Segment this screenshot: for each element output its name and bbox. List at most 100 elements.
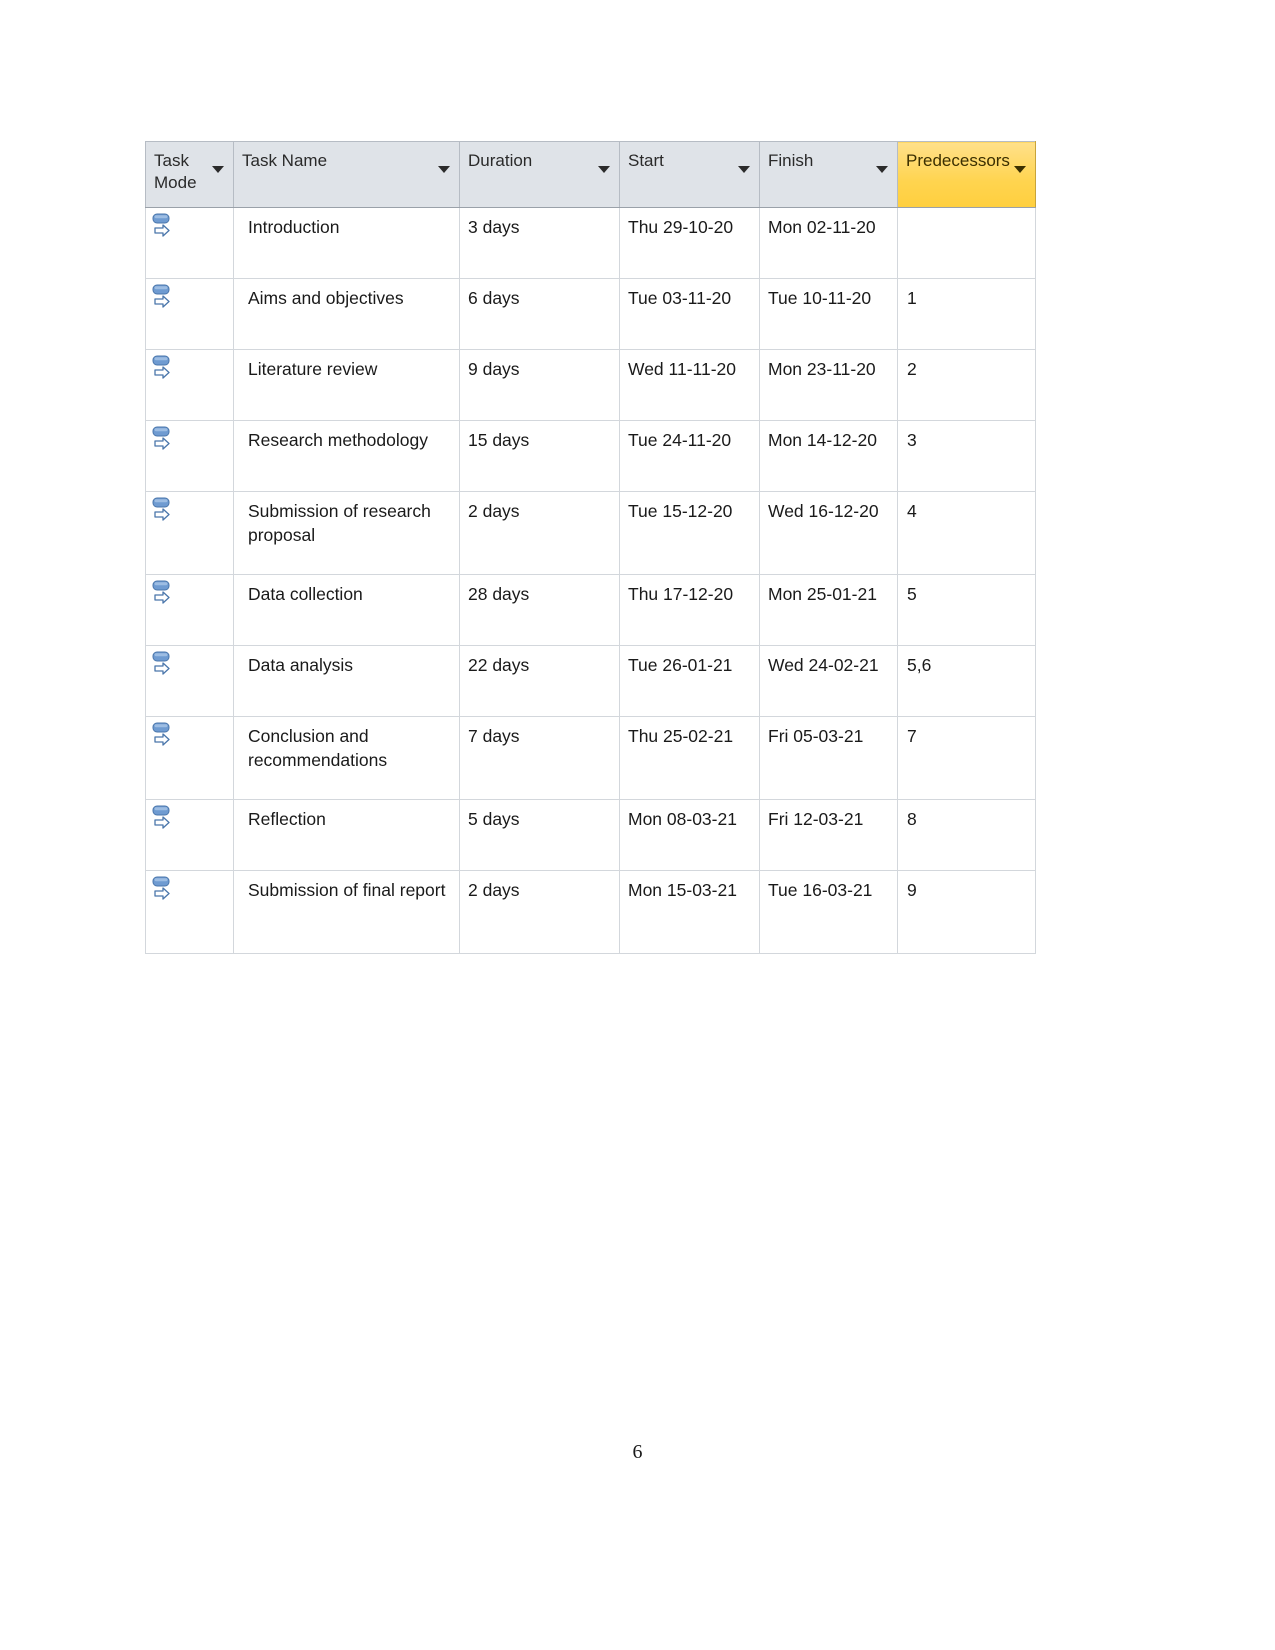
column-header-label-predecessors: Predecessors <box>906 151 1010 170</box>
filter-dropdown-icon-start[interactable] <box>738 166 750 173</box>
cell-task-mode[interactable] <box>145 799 234 871</box>
cell-duration[interactable]: 2 days <box>459 491 620 575</box>
cell-start[interactable]: Tue 26-01-21 <box>619 645 760 717</box>
cell-task-mode[interactable] <box>145 278 234 350</box>
cell-start[interactable]: Tue 03-11-20 <box>619 278 760 350</box>
cell-duration[interactable]: 15 days <box>459 420 620 492</box>
cell-start[interactable]: Mon 15-03-21 <box>619 870 760 954</box>
cell-task-name[interactable]: Submission of final report <box>233 870 460 954</box>
cell-predecessors[interactable]: 5 <box>897 574 1036 646</box>
cell-task-name[interactable]: Data analysis <box>233 645 460 717</box>
manually-scheduled-icon[interactable] <box>152 213 233 243</box>
cell-predecessors[interactable]: 8 <box>897 799 1036 871</box>
column-header-label-finish: Finish <box>768 151 814 170</box>
column-header-start[interactable]: Start <box>619 141 760 208</box>
cell-duration[interactable]: 9 days <box>459 349 620 421</box>
cell-task-mode[interactable] <box>145 349 234 421</box>
cell-predecessors[interactable] <box>897 207 1036 279</box>
cell-duration[interactable]: 3 days <box>459 207 620 279</box>
table-body: Introduction 3 days Thu 29-10-20 Mon 02-11-… <box>145 207 1036 954</box>
cell-task-mode[interactable] <box>145 645 234 717</box>
cell-finish[interactable]: Mon 14-12-20 <box>759 420 898 492</box>
table-row[interactable]: Aims and objectives 6 days Tue 03-11-20 Tue… <box>145 278 1036 350</box>
cell-predecessors[interactable]: 9 <box>897 870 1036 954</box>
cell-start[interactable]: Thu 17-12-20 <box>619 574 760 646</box>
cell-finish[interactable]: Mon 23-11-20 <box>759 349 898 421</box>
cell-duration[interactable]: 5 days <box>459 799 620 871</box>
cell-finish[interactable]: Tue 10-11-20 <box>759 278 898 350</box>
cell-finish[interactable]: Fri 12-03-21 <box>759 799 898 871</box>
filter-dropdown-icon-finish[interactable] <box>876 166 888 173</box>
page-number: 6 <box>632 1441 643 1463</box>
cell-task-name[interactable]: Reflection <box>233 799 460 871</box>
table-row[interactable]: Submission of final report 2 days Mon 15-0… <box>145 870 1036 954</box>
cell-finish[interactable]: Tue 16-03-21 <box>759 870 898 954</box>
document-page: Task Mode Task Name Duration Start Finish Pre… <box>0 0 1275 1650</box>
manually-scheduled-icon[interactable] <box>152 426 233 456</box>
table-row[interactable]: Data analysis 22 days Tue 26-01-21 Wed 24-0… <box>145 645 1036 717</box>
filter-dropdown-icon-task_name[interactable] <box>438 166 450 173</box>
cell-task-mode[interactable] <box>145 420 234 492</box>
cell-finish[interactable]: Mon 02-11-20 <box>759 207 898 279</box>
column-header-finish[interactable]: Finish <box>759 141 898 208</box>
cell-start[interactable]: Thu 25-02-21 <box>619 716 760 800</box>
table-row[interactable]: Submission of research proposal 2 days Tue… <box>145 491 1036 575</box>
cell-finish[interactable]: Wed 16-12-20 <box>759 491 898 575</box>
cell-predecessors[interactable]: 5,6 <box>897 645 1036 717</box>
cell-predecessors[interactable]: 3 <box>897 420 1036 492</box>
cell-task-mode[interactable] <box>145 870 234 954</box>
cell-task-name[interactable]: Submission of research proposal <box>233 491 460 575</box>
table-row[interactable]: Reflection 5 days Mon 08-03-21 Fri 12-03-21… <box>145 799 1036 871</box>
table-header: Task Mode Task Name Duration Start Finish Pre… <box>145 141 1036 208</box>
cell-task-name[interactable]: Aims and objectives <box>233 278 460 350</box>
cell-task-name[interactable]: Research methodology <box>233 420 460 492</box>
filter-dropdown-icon-duration[interactable] <box>598 166 610 173</box>
cell-start[interactable]: Mon 08-03-21 <box>619 799 760 871</box>
filter-dropdown-icon-task_mode[interactable] <box>212 166 224 173</box>
cell-duration[interactable]: 22 days <box>459 645 620 717</box>
column-header-label-task_name: Task Name <box>242 151 328 170</box>
manually-scheduled-icon[interactable] <box>152 651 233 681</box>
column-header-task_name[interactable]: Task Name <box>233 141 460 208</box>
cell-duration[interactable]: 7 days <box>459 716 620 800</box>
table-row[interactable]: Research methodology 15 days Tue 24-11-20 M… <box>145 420 1036 492</box>
table-row[interactable]: Data collection 28 days Thu 17-12-20 Mon 25… <box>145 574 1036 646</box>
header-row: Task Mode Task Name Duration Start Finish Pre… <box>145 141 1036 208</box>
cell-task-mode[interactable] <box>145 574 234 646</box>
cell-duration[interactable]: 2 days <box>459 870 620 954</box>
column-header-duration[interactable]: Duration <box>459 141 620 208</box>
manually-scheduled-icon[interactable] <box>152 805 233 835</box>
cell-duration[interactable]: 6 days <box>459 278 620 350</box>
column-header-predecessors[interactable]: Predecessors <box>897 141 1036 208</box>
cell-start[interactable]: Wed 11-11-20 <box>619 349 760 421</box>
cell-predecessors[interactable]: 4 <box>897 491 1036 575</box>
manually-scheduled-icon[interactable] <box>152 580 233 610</box>
cell-task-mode[interactable] <box>145 491 234 575</box>
manually-scheduled-icon[interactable] <box>152 284 233 314</box>
cell-start[interactable]: Tue 24-11-20 <box>619 420 760 492</box>
cell-task-name[interactable]: Data collection <box>233 574 460 646</box>
cell-task-mode[interactable] <box>145 207 234 279</box>
cell-task-name[interactable]: Conclusion and recommendations <box>233 716 460 800</box>
cell-task-mode[interactable] <box>145 716 234 800</box>
cell-start[interactable]: Tue 15-12-20 <box>619 491 760 575</box>
cell-predecessors[interactable]: 2 <box>897 349 1036 421</box>
filter-dropdown-icon-predecessors[interactable] <box>1014 166 1026 173</box>
manually-scheduled-icon[interactable] <box>152 876 233 906</box>
table-row[interactable]: Conclusion and recommendations 7 days Thu … <box>145 716 1036 800</box>
cell-start[interactable]: Thu 29-10-20 <box>619 207 760 279</box>
manually-scheduled-icon[interactable] <box>152 722 233 752</box>
manually-scheduled-icon[interactable] <box>152 497 233 527</box>
column-header-task_mode[interactable]: Task Mode <box>145 141 234 208</box>
cell-task-name[interactable]: Introduction <box>233 207 460 279</box>
cell-finish[interactable]: Fri 05-03-21 <box>759 716 898 800</box>
cell-predecessors[interactable]: 1 <box>897 278 1036 350</box>
cell-finish[interactable]: Mon 25-01-21 <box>759 574 898 646</box>
cell-task-name[interactable]: Literature review <box>233 349 460 421</box>
table-row[interactable]: Literature review 9 days Wed 11-11-20 Mon 2… <box>145 349 1036 421</box>
manually-scheduled-icon[interactable] <box>152 355 233 385</box>
cell-predecessors[interactable]: 7 <box>897 716 1036 800</box>
table-row[interactable]: Introduction 3 days Thu 29-10-20 Mon 02-11-… <box>145 207 1036 279</box>
cell-duration[interactable]: 28 days <box>459 574 620 646</box>
cell-finish[interactable]: Wed 24-02-21 <box>759 645 898 717</box>
